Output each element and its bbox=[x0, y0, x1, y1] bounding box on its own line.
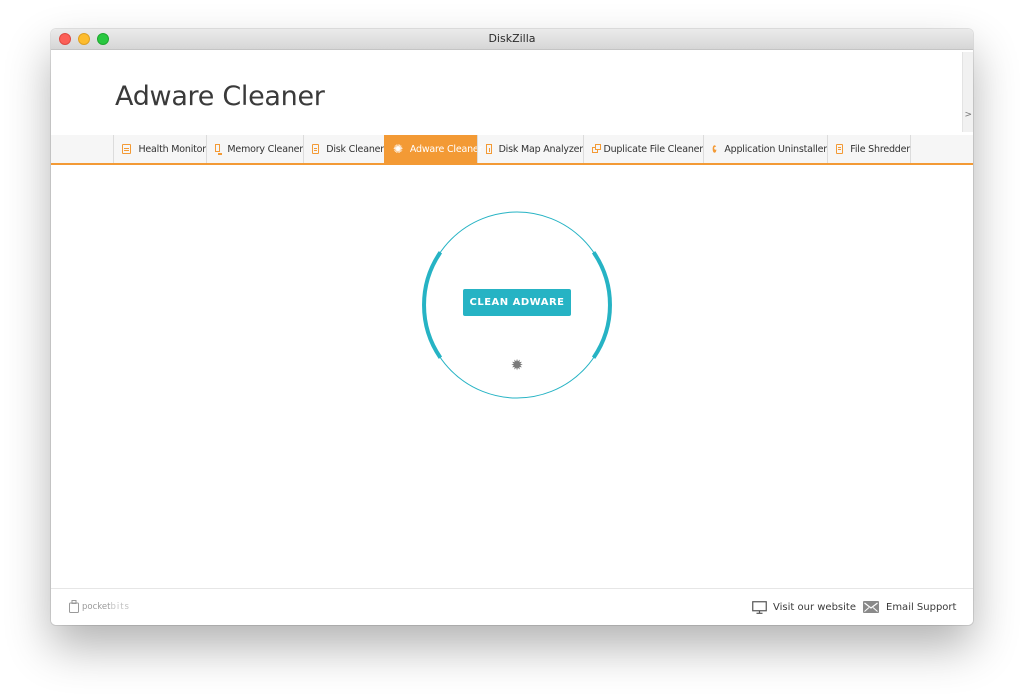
title-bar: DiskZilla bbox=[51, 29, 973, 50]
page-title: Adware Cleaner bbox=[115, 81, 325, 112]
side-panel-toggle[interactable]: > bbox=[962, 52, 973, 132]
disk-cleaner-icon bbox=[312, 144, 320, 154]
ring-arc-right bbox=[591, 251, 612, 359]
app-window: DiskZilla Adware Cleaner > Health Monito… bbox=[51, 29, 973, 625]
settings-gear-icon[interactable]: ✹ bbox=[508, 357, 526, 375]
adware-bug-icon: ✺ bbox=[393, 142, 403, 156]
mail-icon bbox=[863, 601, 879, 613]
monitor-icon bbox=[752, 601, 767, 614]
tab-memory-cleaner[interactable]: Memory Cleaner bbox=[206, 135, 303, 163]
email-support-label: Email Support bbox=[886, 601, 957, 613]
ring-arc-left bbox=[422, 251, 443, 359]
brand-name-a: pocket bbox=[82, 601, 111, 612]
tab-label: Application Uninstaller bbox=[724, 143, 827, 155]
disk-map-icon bbox=[486, 144, 492, 154]
tab-label: Memory Cleaner bbox=[227, 143, 303, 155]
visit-website-label: Visit our website bbox=[773, 602, 856, 613]
clean-adware-button[interactable]: CLEAN ADWARE bbox=[463, 289, 571, 316]
window-title: DiskZilla bbox=[488, 32, 536, 45]
tab-disk-cleaner[interactable]: Disk Cleaner bbox=[303, 135, 384, 163]
tab-label: Health Monitor bbox=[138, 143, 206, 155]
pocketbits-icon bbox=[69, 600, 79, 613]
tab-label: Adware Cleaner bbox=[409, 143, 483, 155]
module-tab-bar: Health Monitor Memory Cleaner Disk Clean… bbox=[51, 135, 973, 165]
gear-icon bbox=[712, 145, 718, 153]
tab-disk-map-analyzer[interactable]: Disk Map Analyzer bbox=[477, 135, 583, 163]
tab-application-uninstaller[interactable]: Application Uninstaller bbox=[703, 135, 827, 163]
brand-name-b: bits bbox=[110, 601, 130, 612]
file-shredder-icon bbox=[836, 144, 844, 154]
tab-label: Disk Cleaner bbox=[326, 143, 384, 155]
duplicate-file-icon bbox=[592, 144, 603, 154]
memory-cleaner-icon bbox=[215, 144, 223, 155]
visit-website-link[interactable]: Visit our website bbox=[752, 601, 856, 614]
tab-health-monitor[interactable]: Health Monitor bbox=[113, 135, 206, 163]
health-monitor-icon bbox=[122, 144, 132, 154]
pocketbits-logo: pocketbits bbox=[69, 600, 130, 613]
tab-label: Duplicate File Cleaner bbox=[603, 143, 703, 155]
chevron-right-icon: > bbox=[964, 110, 972, 120]
tab-label: Disk Map Analyzer bbox=[498, 143, 584, 155]
tab-adware-cleaner[interactable]: ✺ Adware Cleaner bbox=[384, 135, 482, 163]
tab-label: File Shredder bbox=[850, 143, 910, 155]
email-support-link[interactable]: Email Support bbox=[863, 601, 956, 613]
tab-duplicate-file-cleaner[interactable]: Duplicate File Cleaner bbox=[583, 135, 703, 163]
tab-file-shredder[interactable]: File Shredder bbox=[827, 135, 911, 163]
footer-bar: pocketbits Visit our website Email Suppo… bbox=[51, 588, 973, 625]
